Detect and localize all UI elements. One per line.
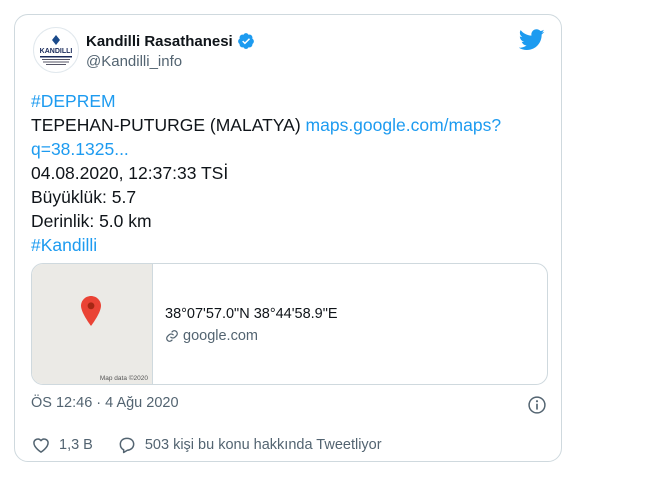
author-handle[interactable]: @Kandilli_info [86,53,182,70]
datetime-text: 04.08.2020, 12:37:33 TSİ [31,163,229,183]
tweet-timestamp[interactable]: ÖS 12:46 · 4 Ağu 2020 [31,395,179,411]
location-text: TEPEHAN-PUTURGE (MALATYA) [31,115,301,135]
verified-badge-icon [237,33,254,49]
map-link-continued[interactable]: q=38.1325... [31,139,129,159]
like-button[interactable]: 1,3 B [31,435,93,455]
info-icon[interactable] [527,395,547,415]
map-thumbnail: Map data ©2020 [32,264,153,384]
svg-text:KANDILLI: KANDILLI [40,48,73,55]
map-credit: Map data ©2020 [99,375,148,382]
reply-icon [119,437,135,454]
map-coordinates: 38°07'57.0"N 38°44'58.9"E [165,306,338,322]
depth-text: Derinlik: 5.0 km [31,211,152,231]
map-pin-icon [81,296,101,326]
like-count: 1,3 B [59,437,93,453]
hashtag-deprem[interactable]: #DEPREM [31,91,116,111]
hashtag-kandilli[interactable]: #Kandilli [31,235,97,255]
map-domain: google.com [183,328,258,344]
magnitude-text: Büyüklük: 5.7 [31,187,137,207]
reply-button[interactable]: 503 kişi bu konu hakkında Tweetliyor [117,435,382,455]
twitter-bird-icon[interactable] [519,29,545,51]
map-link[interactable]: maps.google.com/maps? [306,115,502,135]
avatar[interactable]: KANDILLI [33,27,79,73]
heart-icon [33,438,49,453]
tweet-card: KANDILLI Kandilli Rasathanesi @Kandilli_… [14,14,562,462]
tweet-text: #DEPREM TEPEHAN-PUTURGE (MALATYA) maps.g… [31,89,541,257]
map-link-card[interactable]: Map data ©2020 38°07'57.0"N 38°44'58.9"E… [31,263,548,385]
author-name[interactable]: Kandilli Rasathanesi [86,33,233,50]
reply-text: 503 kişi bu konu hakkında Tweetliyor [144,437,382,453]
link-icon [166,330,178,342]
